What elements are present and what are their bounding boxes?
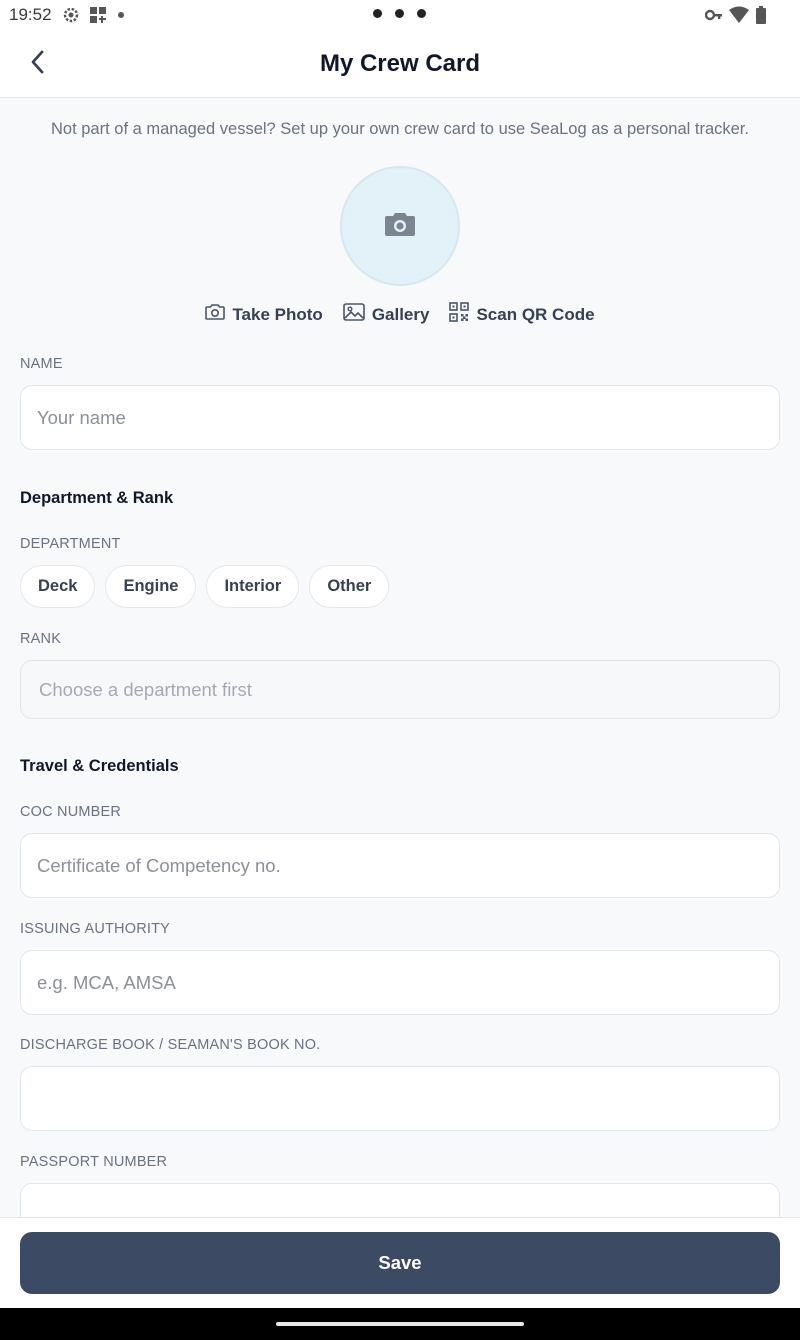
take-photo-button[interactable]: Take Photo — [205, 302, 323, 327]
app-header: My Crew Card — [0, 30, 800, 98]
travel-credentials-heading: Travel & Credentials — [20, 757, 179, 775]
system-nav-bar — [0, 1308, 800, 1340]
rank-label: RANK — [20, 631, 62, 647]
name-input[interactable]: Your name — [20, 385, 780, 450]
department-chip-other[interactable]: Other — [309, 565, 390, 608]
avatar-photo-picker[interactable] — [340, 166, 460, 286]
intro-text: Not part of a managed vessel? Set up you… — [51, 120, 749, 138]
passport-number-label: PASSPORT NUMBER — [20, 1154, 168, 1170]
wifi-icon — [729, 6, 749, 29]
discharge-book-input[interactable] — [20, 1066, 780, 1131]
issuing-authority-label: ISSUING AUTHORITY — [20, 921, 171, 937]
name-placeholder: Your name — [37, 406, 126, 428]
department-chips: Deck Engine Interior Other — [20, 565, 390, 608]
form-content[interactable]: Not part of a managed vessel? Set up you… — [0, 99, 800, 1217]
status-bar: 19:52 — [0, 0, 800, 30]
department-chip-engine[interactable]: Engine — [105, 565, 197, 608]
department-chip-interior[interactable]: Interior — [206, 565, 300, 608]
camera-cutout-dots — [373, 9, 426, 18]
department-chip-deck[interactable]: Deck — [20, 565, 96, 608]
save-button[interactable]: Save — [20, 1232, 780, 1294]
discharge-book-label: DISCHARGE BOOK / SEAMAN'S BOOK NO. — [20, 1037, 321, 1053]
issuing-authority-input[interactable]: e.g. MCA, AMSA — [20, 950, 780, 1015]
name-label: NAME — [20, 356, 63, 372]
qr-code-icon — [449, 302, 470, 327]
notification-dot-icon — [116, 6, 126, 29]
image-icon — [343, 303, 365, 326]
rank-select[interactable]: Choose a department first — [20, 660, 780, 719]
camera-outline-icon — [205, 303, 226, 326]
department-label: DEPARTMENT — [20, 536, 121, 552]
footer-bar: Save — [0, 1217, 800, 1308]
battery-icon — [755, 6, 767, 29]
camera-icon — [384, 211, 416, 242]
rank-placeholder: Choose a department first — [39, 678, 252, 700]
page-title: My Crew Card — [319, 50, 481, 77]
status-time: 19:52 — [9, 5, 52, 24]
home-gesture-handle[interactable] — [276, 1322, 524, 1326]
issuing-authority-placeholder: e.g. MCA, AMSA — [37, 971, 176, 993]
gallery-button[interactable]: Gallery — [343, 302, 429, 327]
coc-number-label: COC NUMBER — [20, 804, 122, 820]
coc-number-input[interactable]: Certificate of Competency no. — [20, 833, 780, 898]
app-grid-icon — [89, 6, 107, 29]
vpn-key-icon — [704, 6, 723, 29]
department-rank-heading: Department & Rank — [20, 489, 174, 507]
coc-number-placeholder: Certificate of Competency no. — [37, 854, 281, 876]
passport-number-input[interactable] — [20, 1183, 780, 1217]
settings-gear-icon — [62, 6, 80, 29]
photo-actions: Take Photo Gallery Scan QR Code — [0, 302, 800, 327]
scan-qr-button[interactable]: Scan QR Code — [449, 302, 595, 327]
